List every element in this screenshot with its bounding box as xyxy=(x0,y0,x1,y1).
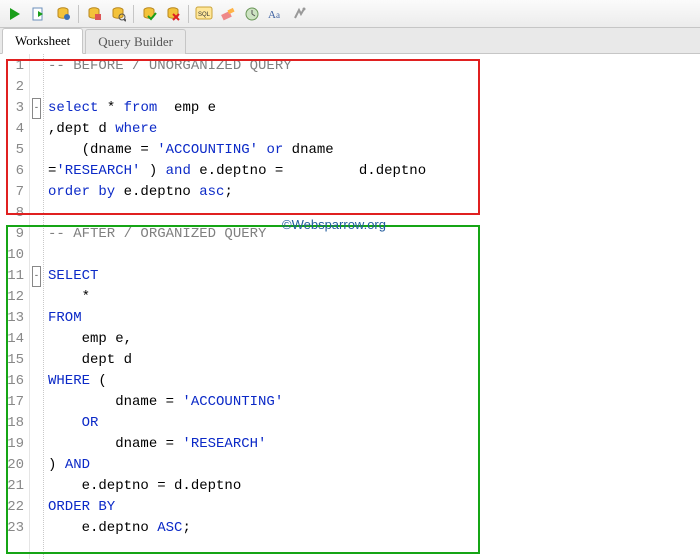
code-line[interactable]: ,dept d where xyxy=(48,119,700,140)
sql-tuning-icon[interactable] xyxy=(107,3,129,25)
fold-slot xyxy=(30,287,43,308)
run-icon[interactable] xyxy=(4,3,26,25)
line-number: 10 xyxy=(0,245,24,266)
code-line[interactable]: WHERE ( xyxy=(48,371,700,392)
code-line[interactable]: dname = 'RESEARCH' xyxy=(48,434,700,455)
svg-text:A: A xyxy=(268,9,276,21)
fold-slot xyxy=(30,371,43,392)
code-line[interactable] xyxy=(48,77,700,98)
fold-slot xyxy=(30,308,43,329)
line-number: 12 xyxy=(0,287,24,308)
code-line[interactable]: * xyxy=(48,287,700,308)
line-number: 16 xyxy=(0,371,24,392)
code-line[interactable]: order by e.deptno asc; xyxy=(48,182,700,203)
code-line[interactable]: e.deptno = d.deptno xyxy=(48,476,700,497)
line-number: 3 xyxy=(0,98,24,119)
tab-bar: Worksheet Query Builder xyxy=(0,28,700,54)
code-line[interactable]: select * from emp e xyxy=(48,98,700,119)
format-icon[interactable] xyxy=(289,3,311,25)
code-line[interactable] xyxy=(48,203,700,224)
run-script-icon[interactable] xyxy=(28,3,50,25)
line-number: 1 xyxy=(0,56,24,77)
code-line[interactable]: dept d xyxy=(48,350,700,371)
fold-slot xyxy=(30,119,43,140)
tab-query-builder[interactable]: Query Builder xyxy=(85,29,186,54)
fold-slot xyxy=(30,455,43,476)
fold-slot xyxy=(30,350,43,371)
code-line[interactable]: SELECT xyxy=(48,266,700,287)
fold-slot xyxy=(30,245,43,266)
line-number: 11 xyxy=(0,266,24,287)
case-icon[interactable]: Aa xyxy=(265,3,287,25)
fold-slot xyxy=(30,518,43,539)
fold-slot xyxy=(30,161,43,182)
line-number: 14 xyxy=(0,329,24,350)
clear-icon[interactable] xyxy=(217,3,239,25)
line-number: 20 xyxy=(0,455,24,476)
fold-slot xyxy=(30,329,43,350)
code-line[interactable] xyxy=(48,245,700,266)
commit-icon[interactable] xyxy=(138,3,160,25)
fold-slot xyxy=(30,140,43,161)
svg-text:SQL: SQL xyxy=(198,12,211,18)
line-number: 8 xyxy=(0,203,24,224)
code-line[interactable]: OR xyxy=(48,413,700,434)
line-number: 21 xyxy=(0,476,24,497)
fold-slot xyxy=(30,224,43,245)
line-number-gutter: 1234567891011121314151617181920212223 xyxy=(0,54,30,559)
autotrace-icon[interactable] xyxy=(83,3,105,25)
line-number: 9 xyxy=(0,224,24,245)
code-line[interactable]: emp e, xyxy=(48,329,700,350)
fold-slot xyxy=(30,476,43,497)
svg-text:a: a xyxy=(276,10,280,20)
fold-slot xyxy=(30,497,43,518)
toolbar-separator xyxy=(133,5,134,23)
code-line[interactable]: ORDER BY xyxy=(48,497,700,518)
code-line[interactable]: ='RESEARCH' ) and e.deptno = d.deptno xyxy=(48,161,700,182)
line-number: 13 xyxy=(0,308,24,329)
line-number: 2 xyxy=(0,77,24,98)
code-line[interactable]: -- AFTER / ORGANIZED QUERY xyxy=(48,224,700,245)
line-number: 5 xyxy=(0,140,24,161)
line-number: 18 xyxy=(0,413,24,434)
sql-icon[interactable]: SQL xyxy=(193,3,215,25)
code-line[interactable]: (dname = 'ACCOUNTING' or dname xyxy=(48,140,700,161)
line-number: 23 xyxy=(0,518,24,539)
fold-slot xyxy=(30,56,43,77)
fold-slot xyxy=(30,434,43,455)
line-number: 4 xyxy=(0,119,24,140)
code-area[interactable]: -- BEFORE / UNORGANIZED QUERY select * fr… xyxy=(44,54,700,559)
fold-slot xyxy=(30,203,43,224)
fold-slot: - xyxy=(30,98,43,119)
history-icon[interactable] xyxy=(241,3,263,25)
fold-slot xyxy=(30,182,43,203)
tab-worksheet[interactable]: Worksheet xyxy=(2,28,83,54)
fold-column: -- xyxy=(30,54,44,559)
fold-slot: - xyxy=(30,266,43,287)
line-number: 15 xyxy=(0,350,24,371)
line-number: 22 xyxy=(0,497,24,518)
explain-plan-icon[interactable] xyxy=(52,3,74,25)
code-line[interactable]: FROM xyxy=(48,308,700,329)
toolbar-separator xyxy=(188,5,189,23)
line-number: 6 xyxy=(0,161,24,182)
code-line[interactable]: e.deptno ASC; xyxy=(48,518,700,539)
code-line[interactable]: dname = 'ACCOUNTING' xyxy=(48,392,700,413)
toolbar: SQL Aa xyxy=(0,0,700,28)
rollback-icon[interactable] xyxy=(162,3,184,25)
line-number: 17 xyxy=(0,392,24,413)
fold-slot xyxy=(30,77,43,98)
code-line[interactable]: ) AND xyxy=(48,455,700,476)
fold-toggle-icon[interactable]: - xyxy=(32,266,41,287)
fold-slot xyxy=(30,392,43,413)
fold-toggle-icon[interactable]: - xyxy=(32,98,41,119)
fold-slot xyxy=(30,413,43,434)
line-number: 7 xyxy=(0,182,24,203)
code-line[interactable]: -- BEFORE / UNORGANIZED QUERY xyxy=(48,56,700,77)
toolbar-separator xyxy=(78,5,79,23)
sql-editor[interactable]: 1234567891011121314151617181920212223 --… xyxy=(0,54,700,559)
line-number: 19 xyxy=(0,434,24,455)
